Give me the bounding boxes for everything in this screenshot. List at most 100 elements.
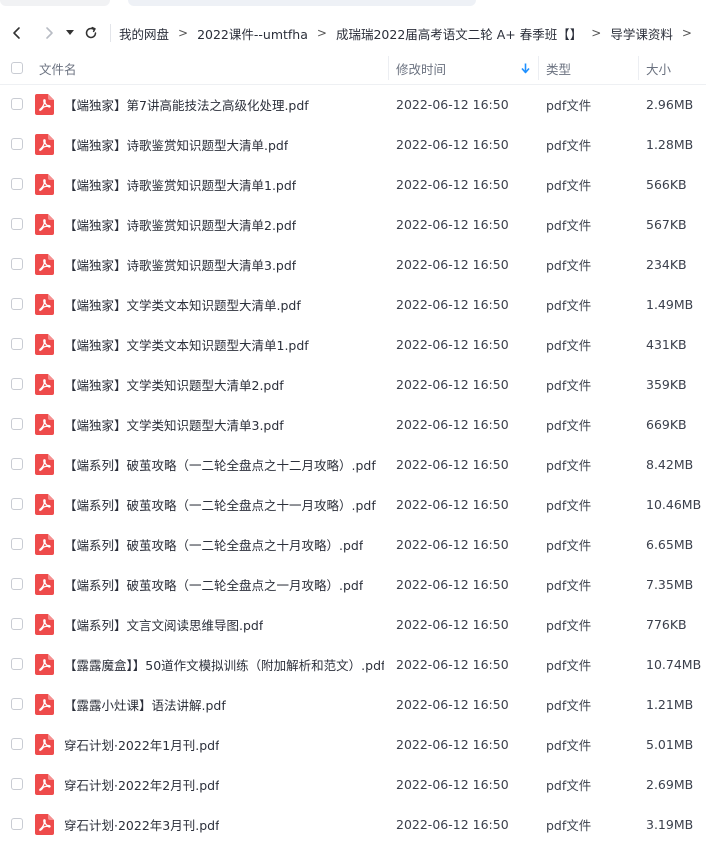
row-checkbox[interactable] — [11, 218, 23, 230]
refresh-button[interactable] — [78, 20, 104, 46]
row-checkbox[interactable] — [11, 578, 23, 590]
breadcrumb-item-root[interactable]: 我的网盘 — [119, 24, 169, 43]
file-row[interactable]: 【端系列】破茧攻略（一二轮全盘点之一月攻略）.pdf 2022-06-12 16… — [0, 564, 706, 604]
row-select-cell[interactable] — [11, 524, 23, 564]
file-name[interactable]: 【端独家】文学类知识题型大清单2.pdf — [64, 364, 284, 404]
row-select-cell[interactable] — [11, 724, 23, 764]
file-row[interactable]: 【端独家】文学类知识题型大清单3.pdf 2022-06-12 16:50 pd… — [0, 404, 706, 444]
file-name[interactable]: 【端系列】破茧攻略（一二轮全盘点之十一月攻略）.pdf — [64, 484, 376, 524]
row-select-cell[interactable] — [11, 404, 23, 444]
row-select-cell[interactable] — [11, 564, 23, 604]
column-divider[interactable] — [388, 56, 389, 80]
history-dropdown-button[interactable] — [62, 20, 78, 46]
row-select-cell[interactable] — [11, 444, 23, 484]
file-row[interactable]: 【端独家】诗歌鉴赏知识题型大清单.pdf 2022-06-12 16:50 pd… — [0, 124, 706, 164]
file-row[interactable]: 【端独家】文学类知识题型大清单2.pdf 2022-06-12 16:50 pd… — [0, 364, 706, 404]
row-select-cell[interactable] — [11, 364, 23, 404]
file-row[interactable]: 【端独家】文学类文本知识题型大清单1.pdf 2022-06-12 16:50 … — [0, 324, 706, 364]
file-name[interactable]: 穿石计划·2022年3月刊.pdf — [64, 804, 219, 844]
column-divider[interactable] — [638, 56, 639, 80]
row-checkbox[interactable] — [11, 98, 23, 110]
file-name[interactable]: 【端独家】文学类知识题型大清单3.pdf — [64, 404, 284, 444]
refresh-icon — [85, 26, 97, 39]
file-size: 776KB — [646, 616, 687, 632]
file-name[interactable]: 【露露魔盒】】50道作文模拟训练（附加解析和范文）.pdf — [64, 644, 384, 684]
row-select-cell[interactable] — [11, 84, 23, 124]
row-select-cell[interactable] — [11, 204, 23, 244]
file-row[interactable]: 【端独家】诗歌鉴赏知识题型大清单2.pdf 2022-06-12 16:50 p… — [0, 204, 706, 244]
file-row[interactable]: 【端系列】破茧攻略（一二轮全盘点之十二月攻略）.pdf 2022-06-12 1… — [0, 444, 706, 484]
file-name[interactable]: 【端独家】诗歌鉴赏知识题型大清单1.pdf — [64, 164, 296, 204]
file-row[interactable]: 穿石计划·2022年2月刊.pdf 2022-06-12 16:50 pdf文件… — [0, 764, 706, 804]
row-select-cell[interactable] — [11, 484, 23, 524]
pdf-file-icon — [35, 533, 54, 555]
row-checkbox[interactable] — [11, 738, 23, 750]
file-name[interactable]: 【露露小灶课】语法讲解.pdf — [64, 684, 226, 724]
forward-button[interactable] — [36, 20, 62, 46]
file-name[interactable]: 【端独家】诗歌鉴赏知识题型大清单.pdf — [64, 124, 288, 164]
column-header-name[interactable]: 文件名 — [39, 52, 77, 84]
row-checkbox[interactable] — [11, 618, 23, 630]
breadcrumb-item-current[interactable]: 导学课资料 — [610, 24, 673, 43]
file-name[interactable]: 穿石计划·2022年2月刊.pdf — [64, 764, 219, 804]
column-header-type[interactable]: 类型 — [546, 52, 571, 84]
file-size: 2.96MB — [646, 96, 694, 112]
file-name[interactable]: 【端系列】破茧攻略（一二轮全盘点之十月攻略）.pdf — [64, 524, 363, 564]
file-row[interactable]: 【端系列】破茧攻略（一二轮全盘点之十月攻略）.pdf 2022-06-12 16… — [0, 524, 706, 564]
select-all-cell[interactable] — [11, 52, 23, 84]
row-checkbox[interactable] — [11, 818, 23, 830]
column-header-modified[interactable]: 修改时间 — [396, 52, 446, 84]
row-select-cell[interactable] — [11, 684, 23, 724]
row-checkbox[interactable] — [11, 138, 23, 150]
file-row[interactable]: 穿石计划·2022年1月刊.pdf 2022-06-12 16:50 pdf文件… — [0, 724, 706, 764]
select-all-checkbox[interactable] — [11, 62, 23, 74]
file-row[interactable]: 【露露小灶课】语法讲解.pdf 2022-06-12 16:50 pdf文件 1… — [0, 684, 706, 724]
row-checkbox[interactable] — [11, 258, 23, 270]
file-name[interactable]: 【端独家】文学类文本知识题型大清单1.pdf — [64, 324, 309, 364]
row-select-cell[interactable] — [11, 604, 23, 644]
file-row[interactable]: 【端系列】破茧攻略（一二轮全盘点之十一月攻略）.pdf 2022-06-12 1… — [0, 484, 706, 524]
row-select-cell[interactable] — [11, 164, 23, 204]
row-checkbox[interactable] — [11, 698, 23, 710]
row-select-cell[interactable] — [11, 244, 23, 284]
sort-indicator[interactable] — [521, 52, 530, 84]
file-row[interactable]: 【端独家】诗歌鉴赏知识题型大清单1.pdf 2022-06-12 16:50 p… — [0, 164, 706, 204]
file-name[interactable]: 【端独家】诗歌鉴赏知识题型大清单2.pdf — [64, 204, 296, 244]
row-checkbox[interactable] — [11, 178, 23, 190]
file-name[interactable]: 【端独家】文学类文本知识题型大清单.pdf — [64, 284, 301, 324]
file-name[interactable]: 【端系列】破茧攻略（一二轮全盘点之十二月攻略）.pdf — [64, 444, 376, 484]
file-name[interactable]: 【端独家】第7讲高能技法之高级化处理.pdf — [64, 84, 309, 124]
breadcrumb-item-class[interactable]: 成瑞瑞2022届高考语文二轮 A+ 春季班【】 — [336, 24, 582, 43]
row-checkbox[interactable] — [11, 298, 23, 310]
row-checkbox[interactable] — [11, 458, 23, 470]
column-header-size[interactable]: 大小 — [646, 52, 671, 84]
top-tab-left — [0, 0, 110, 6]
breadcrumb-item-courseware[interactable]: 2022课件--umtfha — [197, 24, 308, 43]
file-row[interactable]: 【露露魔盒】】50道作文模拟训练（附加解析和范文）.pdf 2022-06-12… — [0, 644, 706, 684]
row-checkbox[interactable] — [11, 338, 23, 350]
column-divider[interactable] — [538, 56, 539, 80]
row-select-cell[interactable] — [11, 644, 23, 684]
file-modified-time: 2022-06-12 16:50 — [396, 736, 509, 752]
row-select-cell[interactable] — [11, 324, 23, 364]
file-row[interactable]: 【端系列】文言文阅读思维导图.pdf 2022-06-12 16:50 pdf文… — [0, 604, 706, 644]
file-name[interactable]: 【端独家】诗歌鉴赏知识题型大清单3.pdf — [64, 244, 296, 284]
file-name[interactable]: 穿石计划·2022年1月刊.pdf — [64, 724, 219, 764]
row-checkbox[interactable] — [11, 418, 23, 430]
file-row[interactable]: 【端独家】第7讲高能技法之高级化处理.pdf 2022-06-12 16:50 … — [0, 84, 706, 124]
row-checkbox[interactable] — [11, 778, 23, 790]
row-checkbox[interactable] — [11, 378, 23, 390]
row-select-cell[interactable] — [11, 284, 23, 324]
file-row[interactable]: 穿石计划·2022年3月刊.pdf 2022-06-12 16:50 pdf文件… — [0, 804, 706, 844]
row-select-cell[interactable] — [11, 764, 23, 804]
row-checkbox[interactable] — [11, 498, 23, 510]
row-select-cell[interactable] — [11, 804, 23, 844]
file-name[interactable]: 【端系列】文言文阅读思维导图.pdf — [64, 604, 263, 644]
row-checkbox[interactable] — [11, 658, 23, 670]
back-button[interactable] — [4, 20, 30, 46]
file-row[interactable]: 【端独家】诗歌鉴赏知识题型大清单3.pdf 2022-06-12 16:50 p… — [0, 244, 706, 284]
file-row[interactable]: 【端独家】文学类文本知识题型大清单.pdf 2022-06-12 16:50 p… — [0, 284, 706, 324]
file-name[interactable]: 【端系列】破茧攻略（一二轮全盘点之一月攻略）.pdf — [64, 564, 363, 604]
row-select-cell[interactable] — [11, 124, 23, 164]
row-checkbox[interactable] — [11, 538, 23, 550]
